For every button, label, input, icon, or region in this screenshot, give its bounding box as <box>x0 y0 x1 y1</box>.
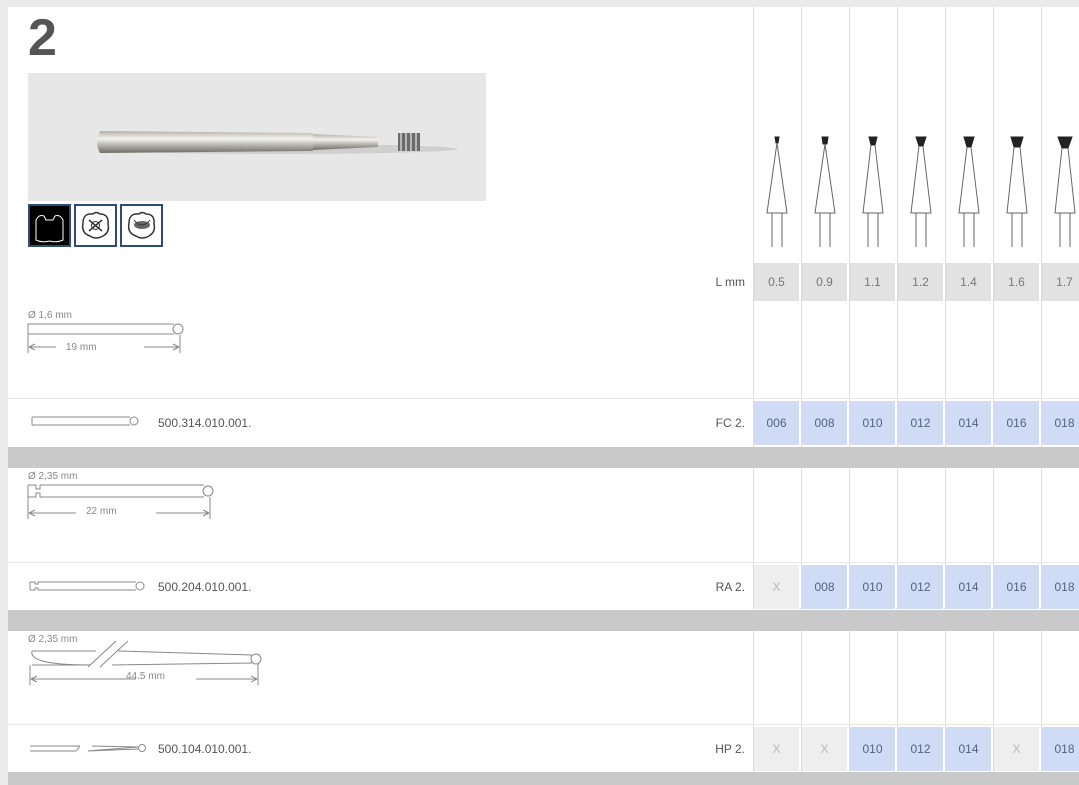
size-code-cell: 014 <box>946 565 991 609</box>
reference-number: 500.314.010.001. <box>158 416 252 430</box>
size-code-cell: 012 <box>898 565 943 609</box>
size-code-cell: 012 <box>898 727 943 771</box>
bur-photo <box>28 73 486 201</box>
row-divider <box>8 562 1079 563</box>
shank-type: FC 2. <box>715 416 745 430</box>
size-code-cell: X <box>994 727 1039 771</box>
shank-length: 44.5 mm <box>126 671 165 682</box>
size-code-cell: 006 <box>754 401 799 445</box>
size-code-cell: 008 <box>802 401 847 445</box>
column-divider <box>849 7 850 785</box>
shank-dimension-drawing <box>27 323 184 353</box>
length-cell: 1.1 <box>850 263 895 301</box>
size-code-cell: 010 <box>850 565 895 609</box>
column-divider <box>897 7 898 785</box>
shield-cross-icon <box>74 204 117 247</box>
length-cell: 1.2 <box>898 263 943 301</box>
length-cell: 1.7 <box>1042 263 1079 301</box>
reference-number: 500.204.010.001. <box>158 580 252 594</box>
size-code-cell: X <box>802 727 847 771</box>
crown-cavity-icon <box>28 204 71 247</box>
shank-length: 22 mm <box>86 506 117 517</box>
lmm-label: L mm <box>715 275 745 289</box>
page-number: 2 <box>28 9 57 67</box>
row-divider <box>8 724 1079 725</box>
size-code-cell: X <box>754 727 799 771</box>
reference-number: 500.104.010.001. <box>158 742 252 756</box>
shank-length: 19 mm <box>66 342 97 353</box>
length-cell: 1.4 <box>946 263 991 301</box>
column-divider <box>753 7 754 785</box>
size-code-cell: 018 <box>1042 727 1079 771</box>
column-divider <box>945 7 946 785</box>
section-separator <box>8 610 1079 631</box>
size-code-cell: 014 <box>946 727 991 771</box>
size-code-cell: 018 <box>1042 401 1079 445</box>
section-separator <box>8 447 1079 468</box>
size-code-cell: 012 <box>898 401 943 445</box>
length-cell: 0.5 <box>754 263 799 301</box>
size-code-cell: 016 <box>994 565 1039 609</box>
size-code-cell: 016 <box>994 401 1039 445</box>
shield-atom-icon <box>120 204 163 247</box>
ra-shank-icon <box>29 581 145 591</box>
shank-dimension-drawing <box>27 484 214 519</box>
catalog-sheet: 2 L mm 0.5 0.9 1.1 1.2 1.4 1.6 1.7 Ø 1,6… <box>8 7 1079 785</box>
size-code-cell: 018 <box>1042 565 1079 609</box>
size-code-cell: 010 <box>850 401 895 445</box>
length-cell: 1.6 <box>994 263 1039 301</box>
section-separator <box>8 772 1079 785</box>
row-divider <box>8 398 1079 399</box>
size-code-cell: 008 <box>802 565 847 609</box>
size-code-cell: 014 <box>946 401 991 445</box>
column-divider <box>993 7 994 785</box>
bur-profile-drawings <box>766 136 1076 247</box>
shank-type: HP 2. <box>715 742 745 756</box>
size-code-cell: 010 <box>850 727 895 771</box>
fc-shank-icon <box>31 416 139 426</box>
length-cell: 0.9 <box>802 263 847 301</box>
column-divider <box>801 7 802 785</box>
shank-type: RA 2. <box>715 580 745 594</box>
column-divider <box>1041 7 1042 785</box>
hp-shank-icon <box>30 744 146 752</box>
size-code-cell: X <box>754 565 799 609</box>
